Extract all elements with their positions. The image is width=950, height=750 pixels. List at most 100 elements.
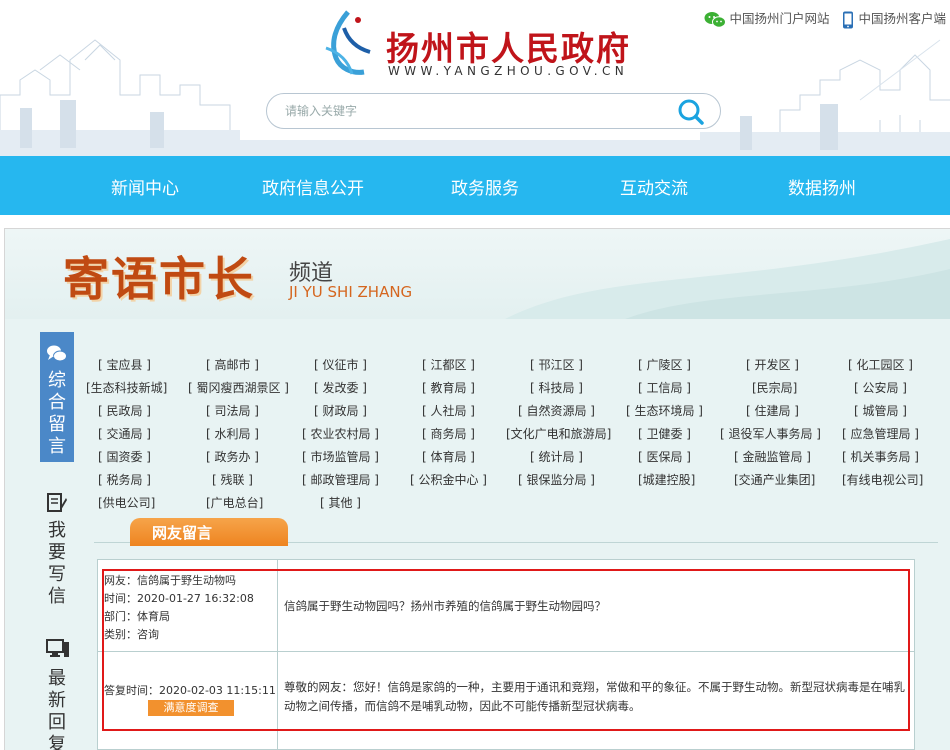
question-text: 信鸽属于野生动物园吗？扬州市养殖的信鸽属于野生动物园吗？ [284, 599, 606, 613]
dept-link[interactable]: [ 政务办 ] [206, 448, 259, 465]
portal-link[interactable]: 中国扬州门户网站 [704, 8, 830, 29]
dept-link[interactable]: [ 银保监分局 ] [518, 471, 595, 488]
nav-item-gov-info[interactable]: 政府信息公开 [262, 174, 364, 199]
dept-link[interactable]: [ 蜀冈瘦西湖景区 ] [188, 379, 289, 396]
dept-link[interactable]: [ 商务局 ] [422, 425, 475, 442]
nav-item-services[interactable]: 政务服务 [451, 174, 519, 199]
dept-link[interactable]: [ 国资委 ] [98, 448, 151, 465]
answer-text: 尊敬的网友：您好！信鸽是家鸽的一种，主要用于通讯和竞翔，常做和平的象征。不属于野… [284, 680, 905, 713]
side-tab-latest[interactable]: 最新回复 [40, 638, 74, 750]
portal-link-label: 中国扬州门户网站 [729, 11, 830, 26]
nav-item-interaction[interactable]: 互动交流 [620, 174, 688, 199]
main-nav: 新闻中心 政府信息公开 政务服务 互动交流 数据扬州 [0, 156, 950, 215]
dept-link[interactable]: [ 水利局 ] [206, 425, 259, 442]
dept-link[interactable]: [ 江都区 ] [422, 356, 475, 373]
dept-link[interactable]: [ 统计局 ] [530, 448, 583, 465]
netizen-name: 网友：信鸽属于野生动物吗 [104, 574, 236, 587]
dept-link[interactable]: [ 市场监管局 ] [302, 448, 379, 465]
answer-row: 答复时间：2020-02-03 11:15:11 满意度调查 尊敬的网友：您好！… [98, 652, 914, 750]
wechat-icon [704, 11, 727, 28]
dept-link[interactable]: [ 邗江区 ] [530, 356, 583, 373]
search-icon[interactable] [676, 97, 706, 127]
dept-link[interactable]: [ 自然资源局 ] [518, 402, 595, 419]
satisfaction-survey-button[interactable]: 满意度调查 [148, 700, 234, 716]
chat-bubbles-icon [47, 345, 67, 362]
dept-link[interactable]: [ 工信局 ] [638, 379, 691, 396]
dept-link[interactable]: [ 科技局 ] [530, 379, 583, 396]
dept-link[interactable]: [广电总台] [206, 494, 263, 511]
section-title: 网友留言 [152, 524, 213, 542]
dept-link[interactable]: [ 生态环境局 ] [626, 402, 703, 419]
dept-link[interactable]: [文化广电和旅游局] [506, 425, 611, 442]
section-header: 网友留言 [94, 518, 938, 548]
reply-time: 答复时间：2020-02-03 11:15:11 [104, 684, 276, 697]
dept-link[interactable]: [ 公安局 ] [854, 379, 907, 396]
client-link-label: 中国扬州客户端 [858, 11, 946, 26]
dept-link[interactable]: [生态科技新城] [86, 379, 167, 396]
message-dept: 部门：体育局 [104, 610, 170, 623]
section-tab-netizen-messages: 网友留言 [130, 518, 288, 546]
question-meta-cell: 网友：信鸽属于野生动物吗 时间：2020-01-27 16:32:08 部门：体… [98, 560, 278, 651]
side-tab-latest-label: 最新回复 [48, 668, 66, 750]
dept-link[interactable]: [ 税务局 ] [98, 471, 151, 488]
dept-link[interactable]: [交通产业集团] [734, 471, 815, 488]
dept-link[interactable]: [ 财政局 ] [314, 402, 367, 419]
site-title: 扬州市人民政府 [386, 29, 631, 68]
dept-link[interactable]: [ 开发区 ] [746, 356, 799, 373]
dept-link[interactable]: [ 残联 ] [212, 471, 253, 488]
site-url: WWW.YANGZHOU.GOV.CN [388, 64, 629, 78]
message-category: 类别：咨询 [104, 628, 159, 641]
nav-item-news[interactable]: 新闻中心 [111, 174, 179, 199]
dept-link[interactable]: [ 化工园区 ] [848, 356, 913, 373]
site-logo[interactable]: 扬州市人民政府 WWW.YANGZHOU.GOV.CN [318, 8, 668, 84]
dept-link[interactable]: [ 应急管理局 ] [842, 425, 919, 442]
message-time: 时间：2020-01-27 16:32:08 [104, 592, 254, 605]
dept-link[interactable]: [ 公积金中心 ] [410, 471, 487, 488]
nav-item-data[interactable]: 数据扬州 [788, 174, 856, 199]
answer-meta-cell: 答复时间：2020-02-03 11:15:11 满意度调查 [98, 652, 278, 750]
side-tab-comprehensive-label: 综合留言 [48, 370, 66, 457]
top-links: 中国扬州门户网站 中国扬州客户端 [696, 8, 946, 29]
dept-link[interactable]: [ 司法局 ] [206, 402, 259, 419]
dept-link[interactable]: [ 发改委 ] [314, 379, 367, 396]
client-link[interactable]: 中国扬州客户端 [841, 8, 946, 29]
search-box [266, 93, 721, 129]
side-tabs: 综合留言 我要写信 最新回复 [40, 332, 74, 750]
message-table: 网友：信鸽属于野生动物吗 时间：2020-01-27 16:32:08 部门：体… [97, 559, 915, 750]
computer-icon [46, 639, 69, 657]
dept-link[interactable]: [ 交通局 ] [98, 425, 151, 442]
dept-link[interactable]: [民宗局] [752, 379, 797, 396]
dept-link[interactable]: [ 城管局 ] [854, 402, 907, 419]
dept-link[interactable]: [ 机关事务局 ] [842, 448, 919, 465]
dept-link[interactable]: [ 农业农村局 ] [302, 425, 379, 442]
channel-banner: 寄语市长 频道 JI YU SHI ZHANG [5, 229, 950, 319]
dept-link[interactable]: [ 医保局 ] [638, 448, 691, 465]
side-tab-comprehensive[interactable]: 综合留言 [40, 332, 74, 462]
mobile-icon [843, 11, 854, 28]
search-input[interactable] [285, 102, 665, 120]
dept-link[interactable]: [ 其他 ] [320, 494, 361, 511]
dept-link[interactable]: [ 民政局 ] [98, 402, 151, 419]
dept-link[interactable]: [ 退役军人事务局 ] [720, 425, 821, 442]
dept-link[interactable]: [城建控股] [638, 471, 695, 488]
dept-link[interactable]: [ 体育局 ] [422, 448, 475, 465]
dept-link[interactable]: [ 高邮市 ] [206, 356, 259, 373]
question-row: 网友：信鸽属于野生动物吗 时间：2020-01-27 16:32:08 部门：体… [98, 560, 914, 652]
dept-link[interactable]: [ 教育局 ] [422, 379, 475, 396]
write-letter-icon [47, 493, 67, 512]
banner-title: 寄语市长 [63, 252, 255, 306]
yangzhou-logo-icon [325, 10, 371, 75]
dept-link[interactable]: [ 邮政管理局 ] [302, 471, 379, 488]
dept-link[interactable]: [ 人社局 ] [422, 402, 475, 419]
dept-link[interactable]: [ 卫健委 ] [638, 425, 691, 442]
dept-link[interactable]: [供电公司] [98, 494, 155, 511]
dept-link[interactable]: [有线电视公司] [842, 471, 923, 488]
side-tab-write[interactable]: 我要写信 [40, 492, 74, 612]
site-header: 扬州市人民政府 WWW.YANGZHOU.GOV.CN 中国扬州门户网站 中国扬… [0, 0, 950, 156]
dept-link[interactable]: [ 住建局 ] [746, 402, 799, 419]
dept-link[interactable]: [ 金融监管局 ] [734, 448, 811, 465]
dept-link[interactable]: [ 广陵区 ] [638, 356, 691, 373]
dept-link[interactable]: [ 仪征市 ] [314, 356, 367, 373]
banner-subtitle-en: JI YU SHI ZHANG [289, 283, 413, 301]
dept-link[interactable]: [ 宝应县 ] [98, 356, 151, 373]
